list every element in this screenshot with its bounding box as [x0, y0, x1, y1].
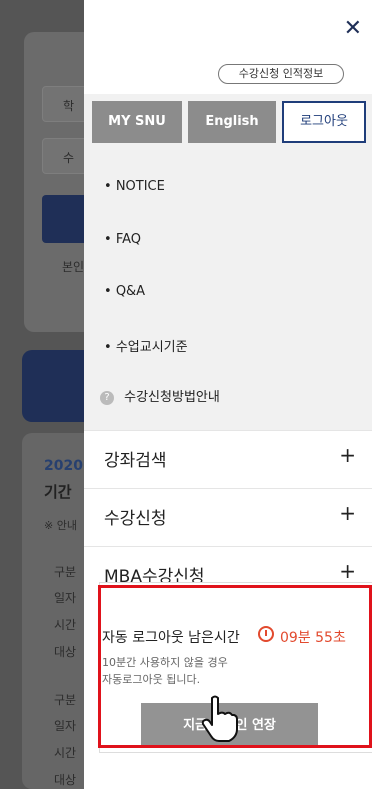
close-icon[interactable]: ✕: [344, 18, 362, 40]
accordion-label: 강좌검색: [104, 451, 167, 471]
menu-item-faq[interactable]: • FAQ: [104, 232, 141, 247]
background-link-text: 본인: [62, 260, 85, 274]
my-snu-button[interactable]: MY SNU: [92, 101, 182, 143]
accordion-course-search[interactable]: 강좌검색 +: [84, 430, 372, 486]
menu-area: [84, 94, 372, 430]
period-text: 기간: [44, 483, 72, 501]
row-label: 구분: [54, 565, 77, 579]
year-text: 2020: [44, 458, 83, 474]
plus-icon: +: [339, 443, 356, 467]
bullet: •: [104, 232, 112, 247]
id-placeholder: 학: [63, 99, 75, 113]
row-label: 구분: [54, 693, 77, 707]
accordion-registration[interactable]: 수강신청 +: [84, 488, 372, 544]
menu-item-label: 수강신청방법안내: [124, 390, 220, 405]
menu-item-label: NOTICE: [115, 179, 165, 194]
highlight-box: [98, 585, 372, 748]
personal-info-button[interactable]: 수강신청 인적정보: [218, 64, 344, 84]
logout-button[interactable]: 로그아웃: [282, 101, 366, 143]
background-page: 학 수 본인 2020 기간 ※ 안내 구분 일자 시간 대상 구분 일자 시간…: [0, 0, 102, 789]
menu-item-qna[interactable]: • Q&A: [104, 284, 145, 299]
menu-item-class-periods[interactable]: • 수업교시기준: [104, 336, 188, 355]
plus-icon: +: [339, 501, 356, 525]
row-label: 일자: [54, 591, 77, 605]
accordion-label: 수강신청: [104, 509, 167, 529]
password-placeholder: 수: [63, 151, 75, 165]
bullet: •: [104, 340, 112, 355]
menu-item-label: FAQ: [115, 232, 141, 247]
row-label: 시간: [54, 746, 77, 760]
row-label: 대상: [54, 773, 77, 787]
menu-item-notice[interactable]: • NOTICE: [104, 179, 165, 194]
menu-item-registration-guide[interactable]: ? 수강신청방법안내: [100, 386, 220, 405]
menu-item-label: Q&A: [115, 284, 146, 299]
english-button[interactable]: English: [188, 101, 276, 143]
bullet: •: [104, 284, 112, 299]
menu-item-label: 수업교시기준: [115, 340, 188, 355]
row-label: 대상: [54, 645, 77, 659]
plus-icon: +: [339, 559, 356, 583]
notice-text: ※ 안내: [44, 519, 77, 532]
row-label: 시간: [54, 618, 77, 632]
bullet: •: [104, 179, 112, 194]
row-label: 일자: [54, 719, 77, 733]
help-icon: ?: [100, 390, 114, 405]
